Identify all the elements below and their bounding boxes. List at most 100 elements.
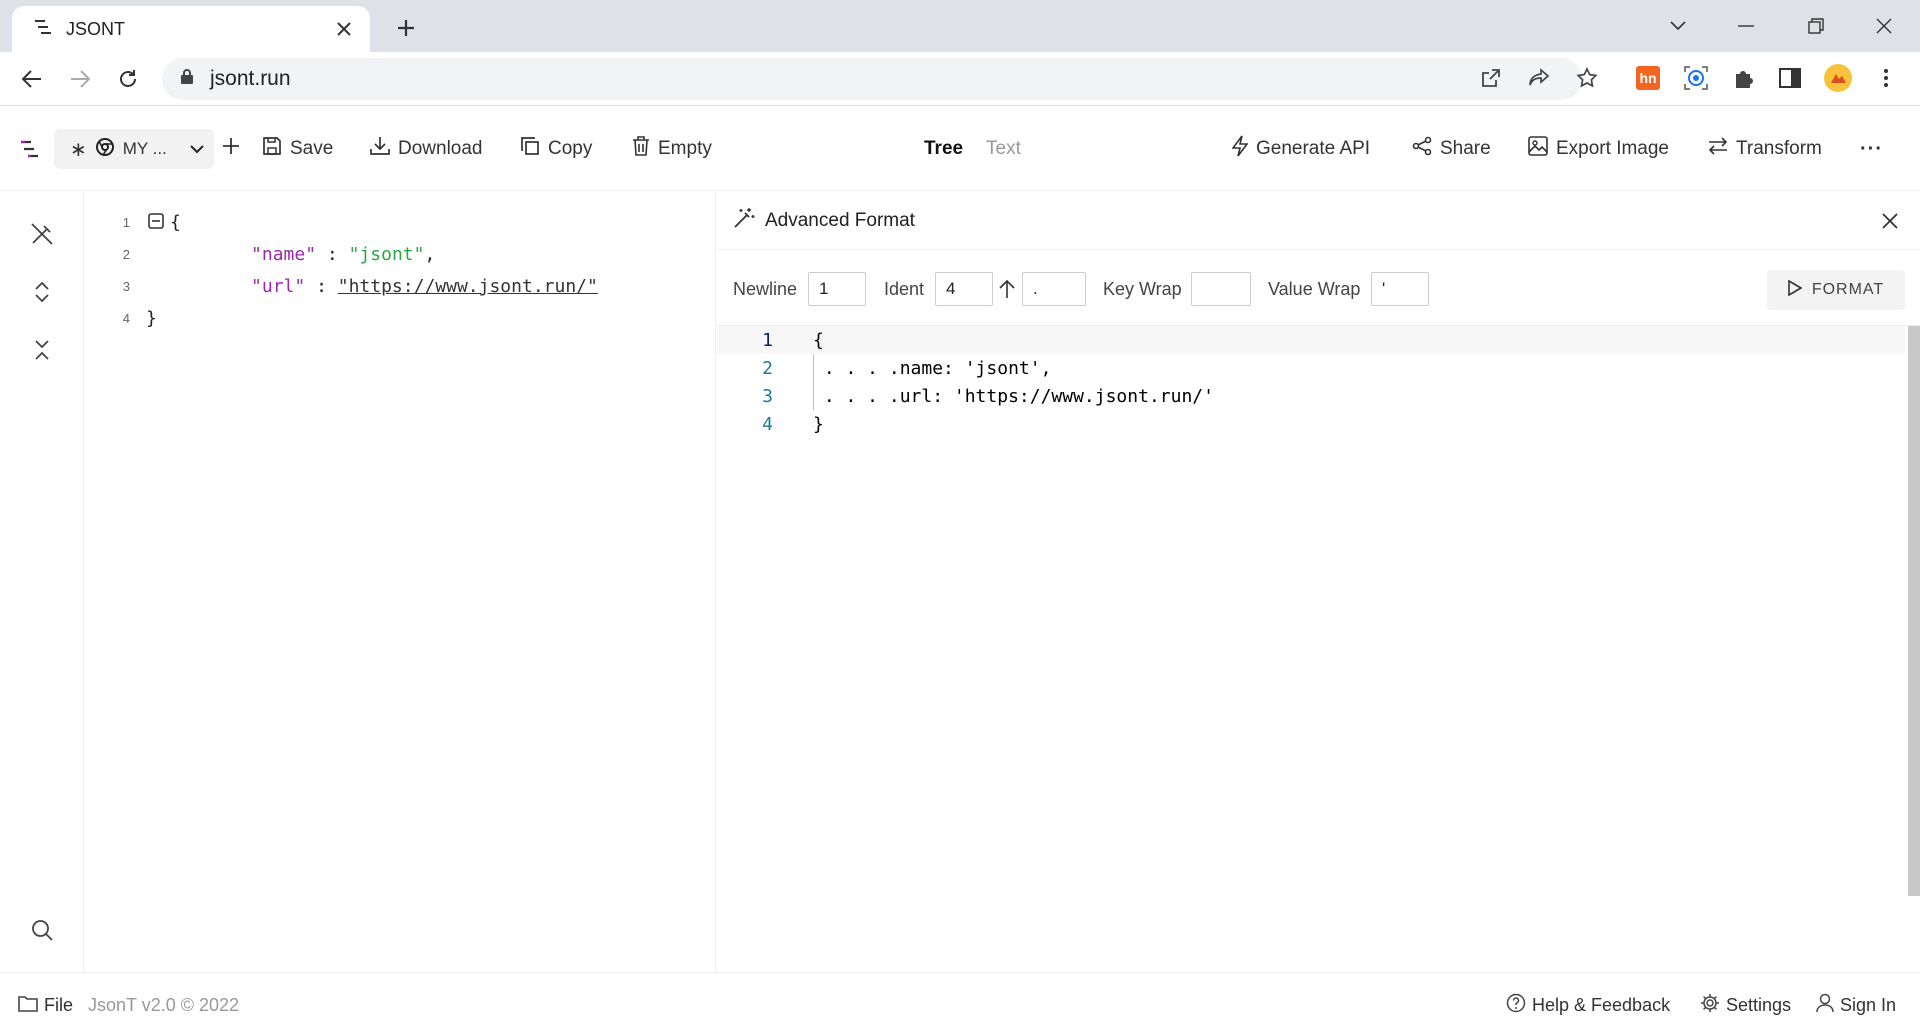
plus-icon bbox=[222, 137, 248, 161]
help-label: Help & Feedback bbox=[1532, 994, 1671, 1015]
settings-button[interactable]: Settings bbox=[1700, 991, 1791, 1019]
forward-icon[interactable] bbox=[64, 63, 96, 95]
document-selector[interactable]: ∗ MY ... bbox=[54, 129, 214, 169]
settings-label: Settings bbox=[1726, 994, 1792, 1015]
tab-title: JSONT bbox=[66, 18, 126, 39]
line-number: 2 bbox=[122, 246, 130, 262]
code-line: 3 . . . .url: 'https://www.jsont.run/' bbox=[717, 382, 1905, 410]
format-button[interactable]: FORMAT bbox=[1767, 270, 1905, 310]
empty-label: Empty bbox=[658, 138, 712, 159]
help-feedback-button[interactable]: Help & Feedback bbox=[1506, 991, 1670, 1019]
code-line-number: 3 bbox=[762, 385, 773, 407]
more-menu-button[interactable]: ··· bbox=[1860, 129, 1883, 169]
reload-icon[interactable] bbox=[112, 63, 144, 95]
transform-label: Transform bbox=[1736, 138, 1822, 159]
ident-input[interactable] bbox=[935, 272, 993, 306]
panel-title: Advanced Format bbox=[765, 209, 915, 231]
restore-icon[interactable] bbox=[1796, 8, 1836, 44]
key-wrap-label: Key Wrap bbox=[1103, 279, 1182, 299]
newline-input[interactable] bbox=[808, 272, 866, 306]
address-bar[interactable]: jsont.run bbox=[162, 58, 1582, 100]
download-icon bbox=[370, 136, 398, 162]
key-wrap-input[interactable] bbox=[1191, 272, 1251, 306]
collapse-toggle-icon[interactable] bbox=[148, 213, 164, 234]
tab-close-icon[interactable] bbox=[332, 17, 356, 41]
profile-avatar-icon[interactable] bbox=[1822, 62, 1854, 94]
share-icon bbox=[1412, 136, 1440, 162]
play-icon bbox=[1788, 279, 1812, 301]
side-panel-icon[interactable] bbox=[1774, 62, 1806, 94]
screen-capture-extension-icon[interactable] bbox=[1680, 62, 1712, 94]
download-label: Download bbox=[398, 138, 483, 159]
document-name: MY ... bbox=[122, 139, 167, 158]
browser-menu-icon[interactable] bbox=[1870, 62, 1902, 94]
tree-key-url[interactable]: "url" bbox=[251, 276, 305, 297]
browser-tabstrip: JSONT bbox=[0, 0, 1920, 52]
tab-tree[interactable]: Tree bbox=[924, 129, 963, 169]
close-window-icon[interactable] bbox=[1864, 8, 1904, 44]
tab-text[interactable]: Text bbox=[986, 129, 1021, 169]
panel-header: Advanced Format bbox=[717, 192, 1920, 250]
url-text: jsont.run bbox=[210, 67, 291, 90]
export-image-label: Export Image bbox=[1556, 138, 1669, 159]
share-page-icon[interactable] bbox=[1524, 63, 1554, 93]
ident-char-input[interactable] bbox=[1022, 272, 1086, 306]
tree-value-url-link[interactable]: "https://www.jsont.run/" bbox=[338, 276, 598, 297]
new-document-button[interactable] bbox=[222, 129, 248, 169]
open-in-app-icon[interactable] bbox=[1476, 63, 1506, 93]
tab-search-icon[interactable] bbox=[1658, 8, 1698, 44]
user-icon bbox=[1816, 993, 1840, 1018]
empty-button[interactable]: Empty bbox=[632, 129, 712, 169]
code-line-text: { bbox=[813, 329, 824, 351]
format-label: FORMAT bbox=[1811, 281, 1885, 298]
hn-extension-icon[interactable]: hn bbox=[1632, 62, 1664, 94]
close-panel-icon[interactable] bbox=[1876, 207, 1904, 235]
search-icon[interactable] bbox=[26, 914, 58, 946]
new-tab-icon[interactable] bbox=[390, 12, 422, 44]
status-footer: File JsonT v2.0 © 2022 Help & Feedback S… bbox=[0, 972, 1920, 1034]
save-icon bbox=[262, 136, 290, 162]
file-label: File bbox=[44, 994, 74, 1015]
line-number: 4 bbox=[122, 310, 130, 326]
collapse-all-icon[interactable] bbox=[26, 334, 58, 366]
minimize-icon[interactable] bbox=[1726, 8, 1766, 44]
code-line-number: 4 bbox=[762, 413, 773, 435]
expand-all-icon[interactable] bbox=[26, 276, 58, 308]
save-button[interactable]: Save bbox=[262, 129, 333, 169]
sign-in-button[interactable]: Sign In bbox=[1816, 991, 1896, 1019]
swap-arrows-icon bbox=[1708, 137, 1736, 161]
help-icon bbox=[1506, 993, 1532, 1018]
json-tree-editor[interactable]: 1 { 2 "name" : "jsont", 3 "url" : "https… bbox=[84, 192, 716, 972]
magic-wand-icon bbox=[733, 207, 755, 235]
indent-guide bbox=[813, 354, 814, 410]
code-line-text: . . . .url: 'https://www.jsont.run/' bbox=[813, 385, 1214, 407]
code-line-number: 2 bbox=[762, 357, 773, 379]
trash-icon bbox=[632, 136, 658, 162]
folder-icon bbox=[18, 994, 44, 1017]
format-magic-icon[interactable] bbox=[26, 218, 58, 250]
export-image-button[interactable]: Export Image bbox=[1528, 129, 1669, 169]
code-line-text: } bbox=[813, 413, 824, 435]
extensions-puzzle-icon[interactable] bbox=[1728, 62, 1760, 94]
version-text: JsonT v2.0 © 2022 bbox=[88, 994, 240, 1015]
share-button[interactable]: Share bbox=[1412, 129, 1491, 169]
jsont-logo-icon[interactable] bbox=[20, 129, 48, 169]
bookmark-star-icon[interactable] bbox=[1572, 63, 1602, 93]
formatted-output-editor[interactable]: 1 { 2 . . . .name: 'jsont', 3 . . . .url… bbox=[717, 326, 1905, 972]
gear-icon bbox=[1700, 993, 1726, 1018]
advanced-format-panel: Advanced Format Newline Ident Key Wrap V… bbox=[717, 192, 1920, 972]
transform-button[interactable]: Transform bbox=[1708, 129, 1822, 169]
code-line: 4 } bbox=[717, 410, 1905, 438]
file-menu-button[interactable]: File bbox=[18, 991, 73, 1019]
open-brace: { bbox=[170, 211, 181, 233]
browser-toolbar: jsont.run hn bbox=[0, 52, 1920, 106]
copy-button[interactable]: Copy bbox=[520, 129, 592, 169]
value-wrap-input[interactable] bbox=[1371, 272, 1429, 306]
app-header: ∗ MY ... Save Download Copy Empty Tree T… bbox=[0, 107, 1920, 191]
back-icon[interactable] bbox=[16, 63, 48, 95]
vertical-scrollbar[interactable] bbox=[1908, 326, 1920, 896]
browser-tab[interactable]: JSONT bbox=[12, 6, 370, 52]
ident-label: Ident bbox=[884, 279, 925, 299]
generate-api-button[interactable]: Generate API bbox=[1231, 129, 1370, 169]
download-button[interactable]: Download bbox=[370, 129, 483, 169]
